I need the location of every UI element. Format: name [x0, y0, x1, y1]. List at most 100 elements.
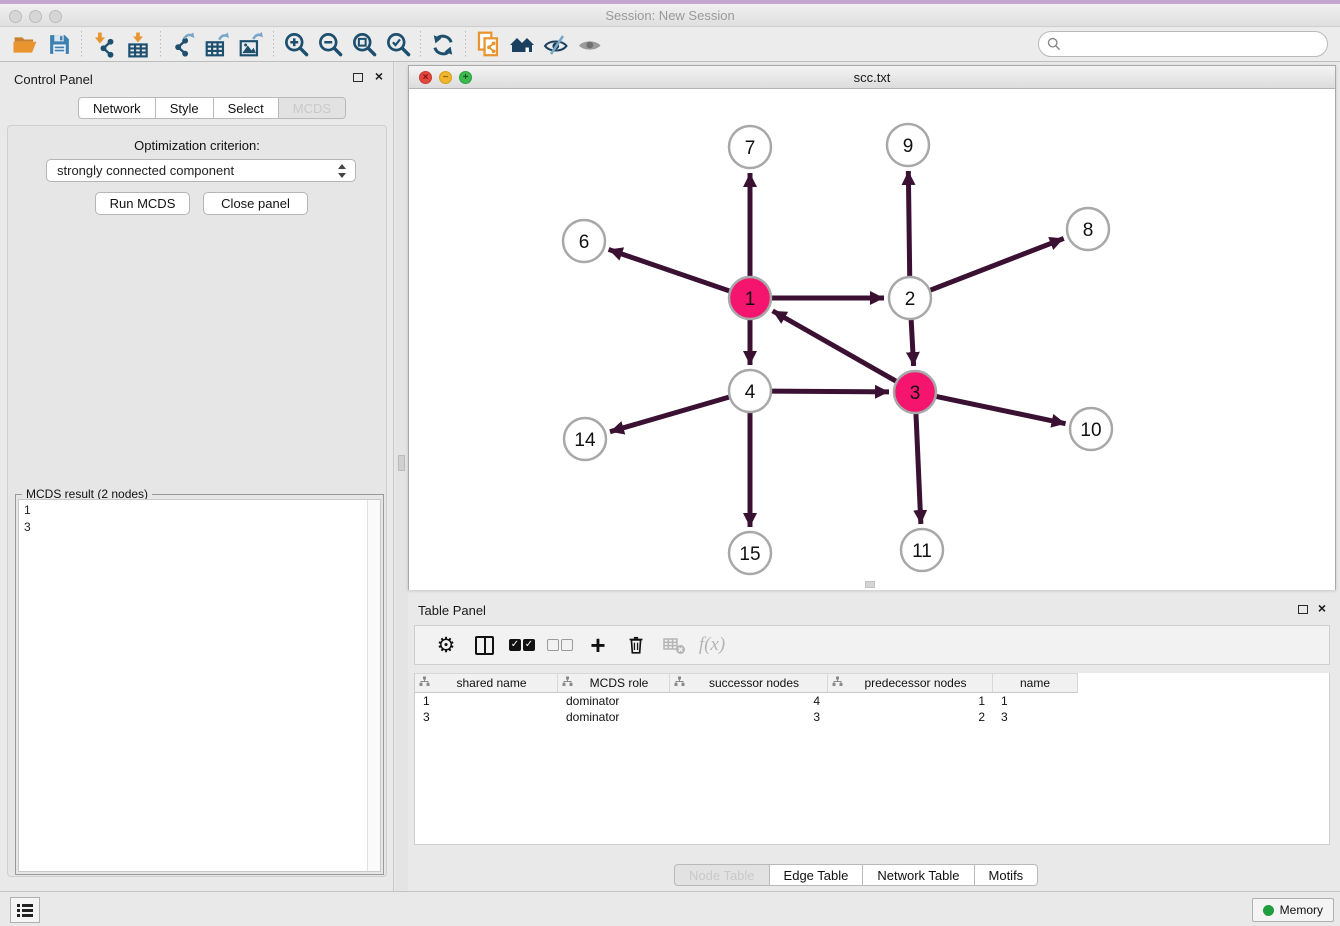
table-cell[interactable]: 2: [828, 709, 993, 725]
node-table: shared name MCDS rolesuccessor nodesprede…: [414, 673, 1330, 845]
table-row[interactable]: 1dominator411: [415, 693, 1329, 709]
graph-node-label-2: 2: [905, 289, 916, 310]
table-cell[interactable]: 3: [993, 709, 1078, 725]
memory-status-dot-icon: [1263, 905, 1274, 916]
mcds-result-scrollbar[interactable]: [367, 500, 380, 871]
table-cell[interactable]: 1: [828, 693, 993, 709]
table-close-panel-icon[interactable]: ×: [1318, 600, 1326, 616]
search-input[interactable]: [1038, 31, 1328, 57]
network-canvas[interactable]: 7968124314101511: [409, 89, 1335, 590]
table-float-panel-icon[interactable]: [1298, 605, 1308, 614]
graph-edge-3-11[interactable]: [916, 413, 921, 524]
column-header-name[interactable]: name: [993, 673, 1078, 693]
table-cell[interactable]: 4: [670, 693, 828, 709]
mcds-result-line: 1: [24, 502, 375, 519]
table-options-icon[interactable]: ⚙: [427, 630, 465, 660]
status-bar: Memory: [0, 891, 1340, 926]
hierarchy-icon: [562, 676, 573, 690]
import-table-icon[interactable]: [121, 30, 155, 60]
criterion-dropdown[interactable]: strongly connected component: [46, 159, 356, 182]
task-history-button[interactable]: [10, 897, 40, 923]
open-file-icon[interactable]: [8, 30, 42, 60]
table-panel-title: Table Panel: [418, 603, 486, 618]
export-network-icon[interactable]: [166, 30, 200, 60]
select-all-rows-icon[interactable]: ✓✓: [503, 630, 541, 660]
duplicate-network-icon[interactable]: [471, 30, 505, 60]
close-panel-button[interactable]: Close panel: [203, 192, 308, 215]
column-header-predecessor-nodes[interactable]: predecessor nodes: [828, 673, 993, 693]
graph-edge-1-6[interactable]: [609, 249, 731, 291]
control-panel-tabs: Network Style Select MCDS: [78, 97, 346, 119]
hierarchy-icon: [419, 676, 430, 690]
add-row-icon[interactable]: +: [579, 630, 617, 660]
network-window-title: scc.txt: [409, 70, 1335, 85]
delete-rows-icon[interactable]: [617, 630, 655, 660]
graph-node-label-15: 15: [739, 544, 760, 565]
table-cell[interactable]: dominator: [558, 709, 670, 725]
zoom-in-icon[interactable]: [279, 30, 313, 60]
splitter-handle[interactable]: [398, 455, 405, 471]
tab-edge-table[interactable]: Edge Table: [770, 864, 864, 886]
network-graph[interactable]: 7968124314101511: [409, 89, 1335, 590]
save-session-icon[interactable]: [42, 30, 76, 60]
graph-edge-3-10[interactable]: [936, 396, 1066, 423]
graph-edge-2-3[interactable]: [911, 319, 914, 366]
graph-edge-2-9[interactable]: [908, 171, 909, 277]
graph-edge-3-1[interactable]: [773, 311, 897, 382]
criterion-dropdown-value: strongly connected component: [57, 163, 234, 178]
tab-network-table[interactable]: Network Table: [863, 864, 974, 886]
tab-network[interactable]: Network: [78, 97, 156, 119]
run-mcds-button[interactable]: Run MCDS: [95, 192, 190, 215]
column-header-shared-name[interactable]: shared name: [415, 673, 558, 693]
tab-node-table[interactable]: Node Table: [674, 864, 770, 886]
list-icon: [16, 903, 34, 918]
zoom-fit-icon[interactable]: [347, 30, 381, 60]
tab-mcds[interactable]: MCDS: [279, 97, 346, 119]
column-header-label: name: [997, 676, 1073, 690]
show-columns-icon[interactable]: [465, 630, 503, 660]
table-row[interactable]: 3dominator323: [415, 709, 1329, 725]
memory-button[interactable]: Memory: [1252, 898, 1334, 922]
graph-node-label-1: 1: [745, 289, 756, 310]
panel-splitter[interactable]: [395, 62, 408, 891]
tab-motifs[interactable]: Motifs: [975, 864, 1039, 886]
network-view-window: × − + scc.txt 7968124314101511: [408, 65, 1336, 590]
hide-selected-eye-icon[interactable]: [539, 30, 573, 60]
zoom-selected-icon[interactable]: [381, 30, 415, 60]
graph-edge-4-3[interactable]: [771, 391, 889, 392]
graph-edge-2-8[interactable]: [930, 238, 1064, 290]
float-panel-icon[interactable]: [353, 73, 363, 82]
graph-edge-4-14[interactable]: [610, 397, 730, 432]
export-image-icon[interactable]: [234, 30, 268, 60]
show-all-eye-icon[interactable]: [573, 30, 607, 60]
hierarchy-icon: [674, 676, 685, 690]
delete-table-icon-disabled: [655, 630, 693, 660]
canvas-resize-handle[interactable]: [865, 581, 875, 588]
table-cell[interactable]: 1: [415, 693, 558, 709]
export-table-icon[interactable]: [200, 30, 234, 60]
import-network-icon[interactable]: [87, 30, 121, 60]
close-panel-icon[interactable]: ×: [375, 68, 383, 84]
tab-select[interactable]: Select: [214, 97, 279, 119]
column-header-successor-nodes[interactable]: successor nodes: [670, 673, 828, 693]
column-header-MCDS-role[interactable]: MCDS role: [558, 673, 670, 693]
tab-style[interactable]: Style: [156, 97, 214, 119]
table-header-row: shared name MCDS rolesuccessor nodesprede…: [415, 673, 1329, 693]
table-cell[interactable]: dominator: [558, 693, 670, 709]
mcds-result-textarea[interactable]: 13: [18, 499, 381, 872]
graph-node-label-3: 3: [910, 383, 921, 404]
column-header-label: shared name: [430, 676, 553, 690]
window-title: Session: New Session: [0, 8, 1340, 23]
refresh-layout-icon[interactable]: [426, 30, 460, 60]
table-cell[interactable]: 3: [415, 709, 558, 725]
first-neighbors-icon[interactable]: [505, 30, 539, 60]
graph-node-label-11: 11: [912, 541, 932, 562]
zoom-out-icon[interactable]: [313, 30, 347, 60]
search-field-wrap: [1038, 31, 1328, 57]
application-window: Session: New Session: [0, 0, 1340, 926]
table-cell[interactable]: 3: [670, 709, 828, 725]
deselect-all-rows-icon[interactable]: [541, 630, 579, 660]
optimization-criterion-label: Optimization criterion:: [8, 138, 386, 153]
control-panel-header: Control Panel ×: [0, 62, 393, 94]
table-cell[interactable]: 1: [993, 693, 1078, 709]
